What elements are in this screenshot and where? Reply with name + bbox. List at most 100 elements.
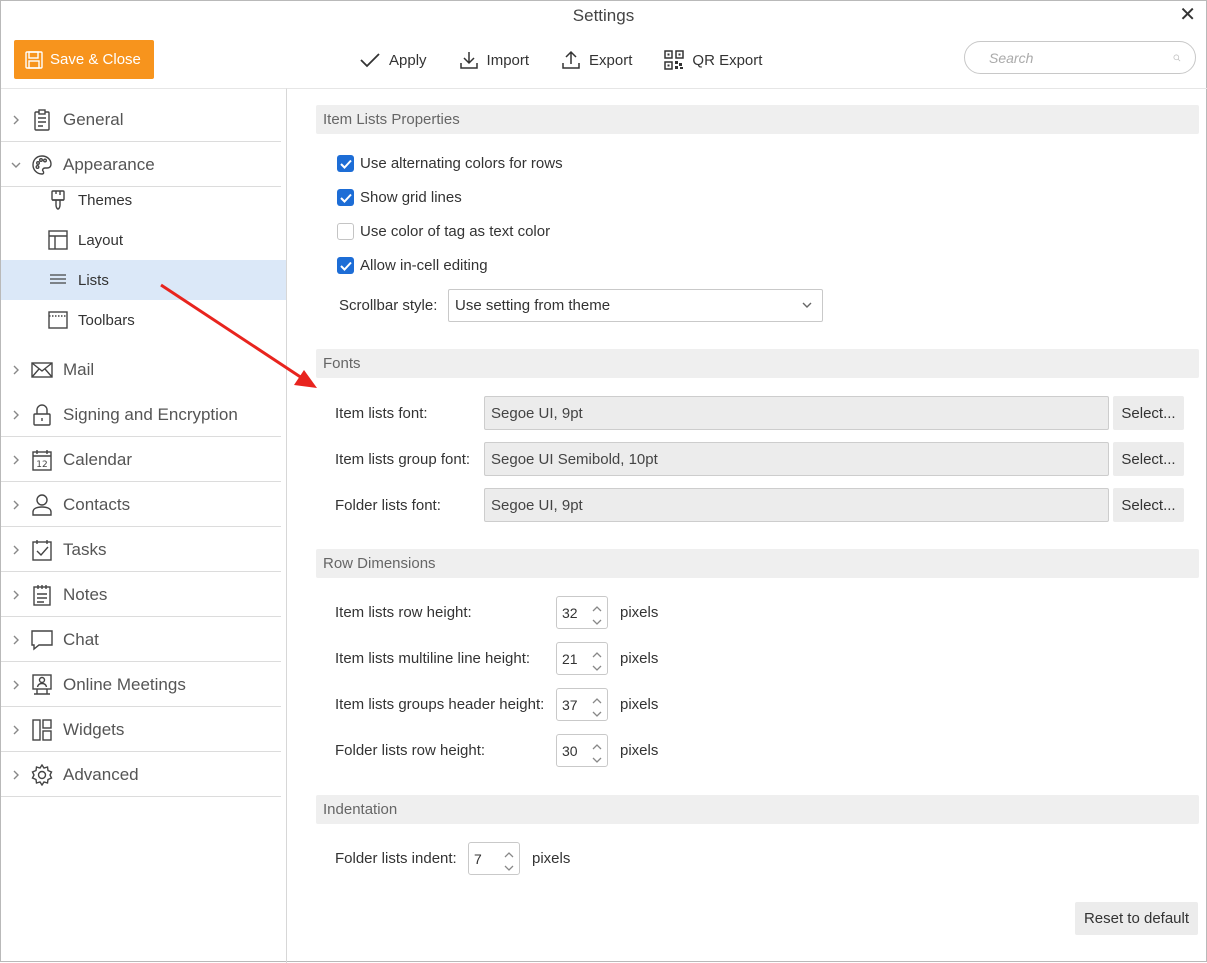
multiline-height-label: Item lists multiline line height:	[335, 650, 531, 667]
chevron-right-icon[interactable]	[10, 662, 22, 707]
sidebar-subitem-label: Toolbars	[78, 311, 135, 329]
checkbox-in-cell-editing[interactable]: Allow in-cell editing	[337, 257, 488, 274]
checkbox-unchecked-icon[interactable]	[337, 223, 354, 240]
chevron-down-icon[interactable]	[592, 705, 602, 718]
chevron-right-icon[interactable]	[10, 707, 22, 752]
scrollbar-style-select[interactable]: Use setting from theme	[448, 289, 823, 322]
sidebar-item-notes[interactable]: Notes	[1, 572, 281, 617]
sidebar-item-signing-encryption[interactable]: Signing and Encryption	[1, 392, 281, 437]
chevron-up-icon[interactable]	[504, 846, 514, 859]
sidebar-subitem-themes[interactable]: Themes	[1, 180, 286, 220]
chevron-up-icon[interactable]	[592, 646, 602, 659]
clipboard-icon	[31, 108, 53, 131]
item-lists-font-field: Segoe UI, 9pt	[484, 396, 1109, 430]
units-label: pixels	[620, 696, 659, 713]
sidebar-item-calendar[interactable]: 12 Calendar	[1, 437, 281, 482]
stepper-value: 32	[562, 604, 578, 621]
checkbox-tag-color-text[interactable]: Use color of tag as text color	[337, 223, 550, 240]
sidebar-divider	[1, 796, 281, 797]
search-input[interactable]	[987, 48, 1173, 67]
chevron-right-icon[interactable]	[10, 97, 22, 142]
window-title: Settings	[572, 6, 635, 25]
close-icon[interactable]: ✕	[1179, 4, 1196, 26]
checkbox-label: Use alternating colors for rows	[360, 155, 563, 172]
lists-icon	[47, 269, 69, 291]
layout-icon	[47, 229, 69, 251]
sidebar-item-label: Calendar	[63, 449, 132, 469]
export-label: Export	[589, 51, 633, 69]
chevron-right-icon[interactable]	[10, 482, 22, 527]
chevron-right-icon[interactable]	[10, 572, 22, 617]
item-lists-group-font-select-button[interactable]: Select...	[1113, 442, 1184, 476]
main-toolbar: Apply Import Export QR Export	[359, 47, 794, 73]
item-row-height-label: Item lists row height:	[335, 604, 472, 621]
checkbox-checked-icon[interactable]	[337, 257, 354, 274]
stepper-value: 7	[474, 850, 482, 867]
checkbox-show-grid-lines[interactable]: Show grid lines	[337, 189, 462, 206]
checkmark-icon	[360, 53, 380, 68]
apply-label: Apply	[389, 51, 427, 69]
scrollbar-style-label: Scrollbar style:	[339, 297, 438, 314]
groups-header-height-label: Item lists groups header height:	[335, 696, 545, 713]
qr-export-button[interactable]: QR Export	[664, 47, 762, 73]
chevron-up-icon[interactable]	[592, 692, 602, 705]
chevron-right-icon[interactable]	[10, 392, 22, 437]
sidebar-subitem-layout[interactable]: Layout	[1, 220, 286, 260]
chevron-up-icon[interactable]	[592, 738, 602, 751]
sidebar-item-online-meetings[interactable]: Online Meetings	[1, 662, 281, 707]
search-box	[964, 41, 1196, 74]
sidebar-subitem-lists[interactable]: Lists	[1, 260, 286, 300]
import-icon	[459, 52, 478, 69]
person-icon	[31, 493, 53, 516]
sidebar-item-advanced[interactable]: Advanced	[1, 752, 281, 797]
save-close-label: Save & Close	[50, 51, 141, 68]
reset-to-default-button[interactable]: Reset to default	[1075, 902, 1198, 935]
chevron-right-icon[interactable]	[10, 617, 22, 662]
chevron-down-icon[interactable]	[592, 613, 602, 626]
chevron-right-icon[interactable]	[10, 347, 22, 392]
chevron-up-icon[interactable]	[592, 600, 602, 613]
chevron-right-icon[interactable]	[10, 437, 22, 482]
sidebar-item-contacts[interactable]: Contacts	[1, 482, 281, 527]
qr-code-icon	[664, 50, 685, 70]
sidebar-item-label: Tasks	[63, 539, 107, 559]
export-button[interactable]: Export	[561, 47, 632, 73]
toolbar-icon	[47, 309, 69, 331]
sidebar-item-tasks[interactable]: Tasks	[1, 527, 281, 572]
multiline-height-stepper[interactable]: 21	[556, 642, 608, 675]
folder-indent-stepper[interactable]: 7	[468, 842, 520, 875]
chevron-right-icon[interactable]	[10, 752, 22, 797]
groups-header-height-stepper[interactable]: 37	[556, 688, 608, 721]
folder-lists-font-select-button[interactable]: Select...	[1113, 488, 1184, 522]
import-button[interactable]: Import	[459, 47, 529, 73]
stepper-value: 21	[562, 650, 578, 667]
item-lists-font-select-button[interactable]: Select...	[1113, 396, 1184, 430]
checkbox-label: Show grid lines	[360, 189, 462, 206]
chat-bubble-icon	[31, 629, 53, 651]
sidebar-subitem-label: Lists	[78, 271, 109, 289]
sidebar-item-general[interactable]: General	[1, 97, 281, 142]
sidebar-item-chat[interactable]: Chat	[1, 617, 281, 662]
floppy-disk-icon	[25, 50, 43, 69]
search-icon[interactable]	[1173, 49, 1181, 67]
meeting-icon	[31, 673, 53, 696]
checkbox-checked-icon[interactable]	[337, 155, 354, 172]
folder-row-height-stepper[interactable]: 30	[556, 734, 608, 767]
section-header-item-lists-properties: Item Lists Properties	[316, 105, 1199, 134]
sidebar-item-widgets[interactable]: Widgets	[1, 707, 281, 752]
section-header-row-dimensions: Row Dimensions	[316, 549, 1199, 578]
calendar-icon: 12	[31, 449, 53, 471]
chevron-down-icon[interactable]	[592, 659, 602, 672]
save-close-button[interactable]: Save & Close	[14, 40, 154, 79]
sidebar-item-mail[interactable]: Mail	[1, 347, 281, 392]
apply-button[interactable]: Apply	[359, 47, 427, 73]
chevron-down-icon[interactable]	[504, 859, 514, 872]
checkbox-checked-icon[interactable]	[337, 189, 354, 206]
checkbox-label: Use color of tag as text color	[360, 223, 551, 240]
chevron-down-icon[interactable]	[592, 751, 602, 764]
chevron-right-icon[interactable]	[10, 527, 22, 572]
folder-indent-label: Folder lists indent:	[335, 850, 457, 867]
checkbox-alternating-colors[interactable]: Use alternating colors for rows	[337, 155, 563, 172]
sidebar-subitem-toolbars[interactable]: Toolbars	[1, 300, 286, 340]
item-row-height-stepper[interactable]: 32	[556, 596, 608, 629]
